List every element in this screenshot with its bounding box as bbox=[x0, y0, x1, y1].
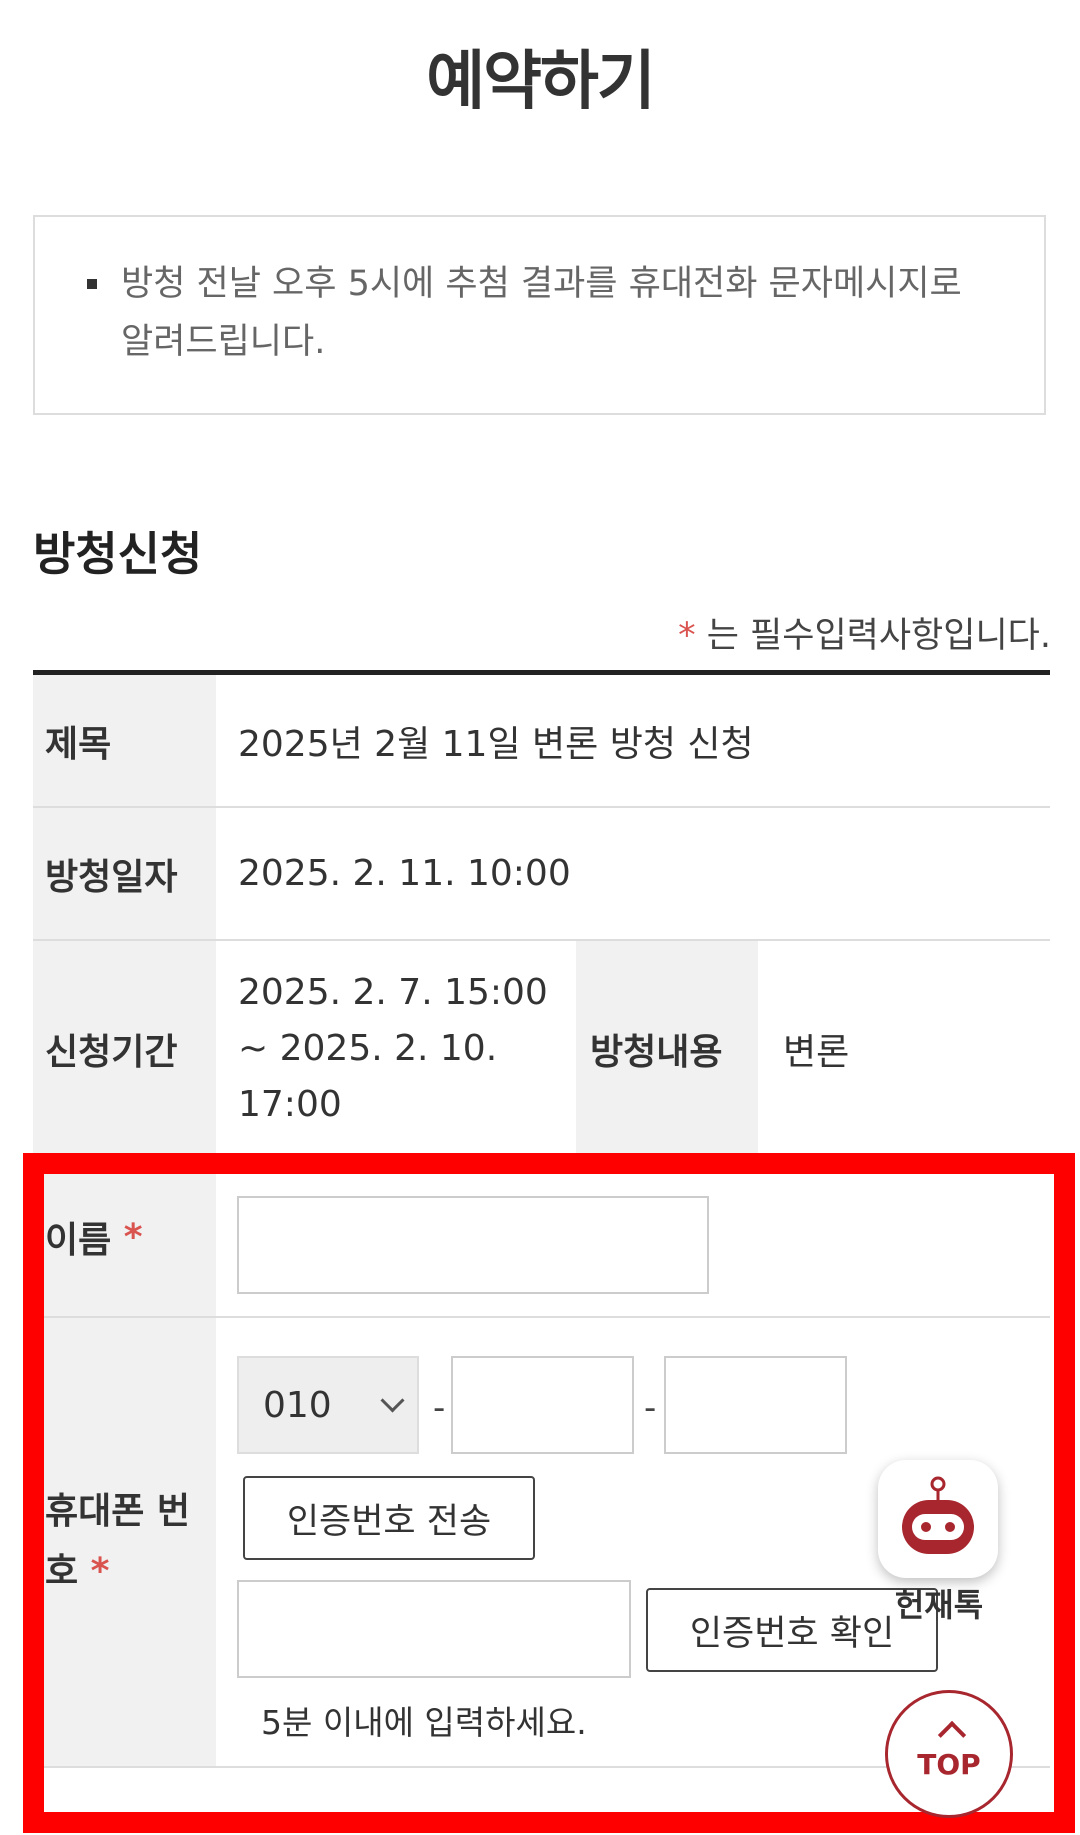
date-value: 2025. 2. 11. 10:00 bbox=[238, 853, 571, 894]
chatbot-label: 헌재톡 bbox=[894, 1586, 984, 1624]
phone-separator: - bbox=[433, 1388, 446, 1428]
required-note: * 는 필수입력사항입니다. bbox=[678, 607, 1051, 658]
bullet-icon bbox=[87, 279, 97, 289]
phone-last-input[interactable] bbox=[664, 1356, 847, 1454]
notice-box: 방청 전날 오후 5시에 추첨 결과를 휴대전화 문자메시지로 알려드립니다. bbox=[33, 215, 1046, 415]
verification-hint: 5분 이내에 입력하세요. bbox=[261, 1703, 587, 1742]
top-label: TOP bbox=[917, 1748, 981, 1781]
title-label: 제목 bbox=[33, 675, 216, 806]
notice-text: 방청 전날 오후 5시에 추첨 결과를 휴대전화 문자메시지로 알려드립니다. bbox=[121, 264, 962, 362]
chatbot-button[interactable] bbox=[878, 1460, 998, 1578]
title-value: 2025년 2월 11일 변론 방청 신청 bbox=[238, 723, 754, 765]
page-title: 예약하기 bbox=[426, 45, 656, 119]
period-label: 신청기간 bbox=[33, 941, 216, 1156]
phone-label: 휴대폰 번호 * bbox=[33, 1318, 216, 1766]
table-row-date: 방청일자 2025. 2. 11. 10:00 bbox=[33, 808, 1050, 941]
phone-label-text: 휴대폰 번호 bbox=[45, 1491, 191, 1592]
chevron-down-icon bbox=[380, 1388, 405, 1413]
scroll-top-button[interactable]: TOP bbox=[885, 1690, 1013, 1818]
required-star-icon: * bbox=[123, 1216, 143, 1258]
required-star-icon: * bbox=[678, 616, 696, 656]
table-row-name: 이름 * bbox=[33, 1158, 1050, 1318]
required-note-text: 는 필수입력사항입니다. bbox=[695, 616, 1051, 656]
verification-code-input[interactable] bbox=[237, 1580, 631, 1678]
phone-prefix-select[interactable]: 010 bbox=[237, 1356, 419, 1454]
phone-middle-input[interactable] bbox=[451, 1356, 634, 1454]
phone-separator: - bbox=[644, 1388, 657, 1428]
table-row-period: 신청기간 2025. 2. 7. 15:00 ~ 2025. 2. 10. 17… bbox=[33, 941, 1050, 1158]
name-label-text: 이름 bbox=[45, 1220, 112, 1261]
name-input[interactable] bbox=[237, 1196, 709, 1294]
name-label: 이름 * bbox=[33, 1158, 216, 1316]
content-label: 방청내용 bbox=[576, 941, 758, 1156]
send-code-button[interactable]: 인증번호 전송 bbox=[243, 1476, 535, 1560]
date-label: 방청일자 bbox=[33, 808, 216, 939]
table-row-title: 제목 2025년 2월 11일 변론 방청 신청 bbox=[33, 675, 1050, 808]
chevron-up-icon bbox=[937, 1720, 967, 1750]
robot-icon bbox=[902, 1476, 974, 1554]
section-title: 방청신청 bbox=[33, 527, 203, 581]
phone-prefix-value: 010 bbox=[263, 1384, 332, 1426]
required-star-icon: * bbox=[90, 1551, 110, 1592]
content-value: 변론 bbox=[783, 1031, 850, 1073]
period-value: 2025. 2. 7. 15:00 ~ 2025. 2. 10. 17:00 bbox=[238, 971, 548, 1125]
